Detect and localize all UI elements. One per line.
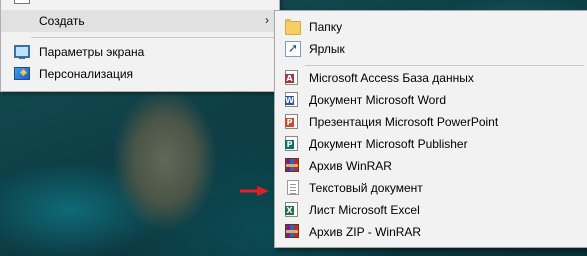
create-submenu: Папку Ярлык A Microsoft Access База данн… [274,10,587,248]
menu-separator [31,37,277,38]
access-badge: A [285,74,294,83]
powerpoint-badge: P [285,118,294,127]
menu-item-create[interactable]: Создать › [1,10,279,32]
submenu-item-shortcut[interactable]: Ярлык [275,38,587,60]
submenu-item-publisher[interactable]: P Документ Microsoft Publisher [275,133,587,155]
submenu-item-winrar-zip-label: Архив ZIP - WinRAR [309,225,422,239]
submenu-item-folder-label: Папку [309,20,343,34]
folder-icon [285,19,301,35]
excel-icon: X [285,202,298,217]
red-arrow-annotation-icon [240,186,269,196]
word-icon: W [285,92,298,107]
display-settings-icon [14,45,30,59]
submenu-separator [305,65,584,66]
submenu-item-access[interactable]: A Microsoft Access База данных [275,67,587,89]
submenu-item-access-label: Microsoft Access База данных [309,71,474,85]
submenu-item-folder[interactable]: Папку [275,16,587,38]
submenu-item-winrar-label: Архив WinRAR [309,159,392,173]
submenu-item-winrar[interactable]: Архив WinRAR [275,155,587,177]
submenu-item-publisher-label: Документ Microsoft Publisher [309,137,468,151]
menu-item-display-settings-label: Параметры экрана [39,45,145,59]
submenu-item-winrar-zip[interactable]: Архив ZIP - WinRAR [275,221,587,243]
submenu-item-powerpoint[interactable]: P Презентация Microsoft PowerPoint [275,111,587,133]
submenu-item-shortcut-label: Ярлык [309,42,345,56]
publisher-icon: P [285,136,298,151]
shortcut-icon [285,41,301,57]
submenu-item-excel[interactable]: X Лист Microsoft Excel [275,199,587,221]
menu-item-personalization-label: Персонализация [39,67,134,81]
submenu-item-word-label: Документ Microsoft Word [309,93,447,107]
excel-badge: X [285,206,294,215]
text-document-icon [287,180,299,195]
word-badge: W [285,96,294,105]
personalization-icon [14,67,30,80]
desktop-context-menu: Создать › Параметры экрана Персонализаци… [0,0,280,92]
submenu-item-word[interactable]: W Документ Microsoft Word [275,89,587,111]
menu-item-display-settings[interactable]: Параметры экрана [1,41,279,63]
chevron-right-icon: › [265,13,269,27]
partial-menu-icon [14,0,30,4]
access-icon: A [285,70,298,85]
submenu-item-text-document-label: Текстовый документ [309,181,423,195]
powerpoint-icon: P [285,114,298,129]
winrar-icon [285,158,299,172]
submenu-item-text-document[interactable]: Текстовый документ [275,177,587,199]
publisher-badge: P [285,140,294,149]
menu-item-personalization[interactable]: Персонализация [1,63,279,85]
submenu-item-powerpoint-label: Презентация Microsoft PowerPoint [309,115,499,129]
submenu-item-excel-label: Лист Microsoft Excel [309,203,420,217]
menu-item-create-label: Создать [39,14,85,28]
winrar-zip-icon [285,224,299,238]
